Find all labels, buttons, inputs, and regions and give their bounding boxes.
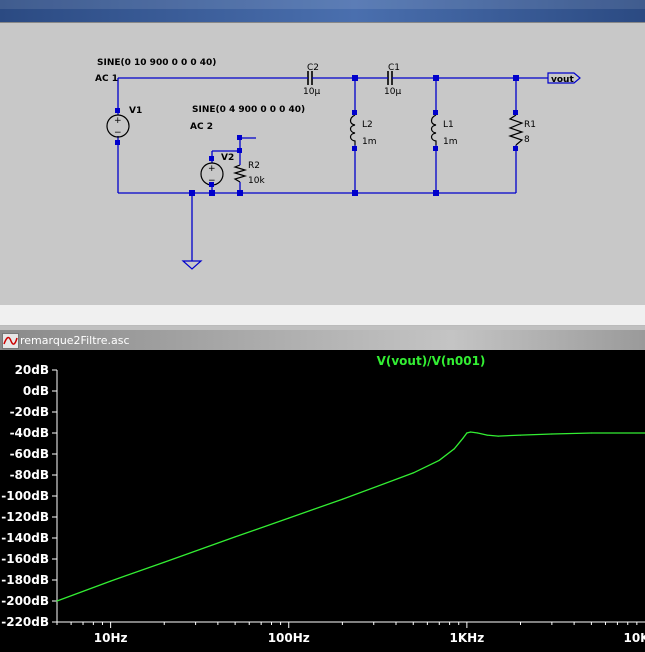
c1-value[interactable]: 10µ	[384, 87, 401, 97]
app-titlebar	[0, 0, 645, 22]
resistor-r1[interactable]	[508, 114, 524, 146]
waveform-window[interactable]: remarque2Filtre.asc 20dB 0dB -20dB -40dB -60…	[0, 326, 645, 652]
vout-label: vout	[551, 75, 574, 85]
y-tick-label: -60dB	[10, 447, 49, 461]
v1-ac-spec[interactable]: AC 1	[95, 74, 118, 84]
data-point	[341, 498, 343, 500]
data-point	[412, 472, 414, 474]
y-tick-label: 0dB	[23, 384, 49, 398]
data-point	[519, 434, 522, 436]
wires	[117, 77, 548, 261]
data-point	[438, 459, 440, 461]
data-point	[466, 432, 468, 434]
y-tick-label: -40dB	[10, 426, 49, 440]
data-point	[477, 432, 479, 434]
v1-plus-sign: +	[114, 116, 122, 126]
data-point	[462, 437, 464, 439]
r1-value[interactable]: 8	[524, 135, 530, 145]
capacitor-c2[interactable]	[305, 71, 315, 85]
resistor-r2[interactable]	[232, 164, 248, 183]
y-tick-label: -160dB	[1, 552, 49, 566]
c1-label[interactable]: C1	[388, 63, 400, 73]
voltage-source-v1[interactable]: + −	[106, 114, 130, 138]
c2-value[interactable]: 10µ	[303, 87, 320, 97]
mdi-separator	[0, 305, 645, 326]
trace-title: V(vout)/V(n001)	[377, 354, 486, 368]
y-tick-label: -220dB	[1, 615, 49, 629]
data-point	[288, 517, 290, 519]
capacitor-c1[interactable]	[385, 71, 395, 85]
v1-label[interactable]: V1	[129, 106, 142, 116]
schematic-editor[interactable]: + − + − vout SINE(0 10 900 0 0 0 40) AC …	[0, 22, 645, 306]
y-tick-label: -80dB	[10, 468, 49, 482]
data-point	[497, 435, 499, 437]
bode-plot[interactable]: 20dB 0dB -20dB -40dB -60dB -80dB -100dB -120dB -…	[0, 350, 645, 652]
l2-label[interactable]: L2	[362, 120, 373, 130]
x-tick-label: 100Hz	[268, 631, 310, 645]
waveform-window-title: remarque2Filtre.asc	[20, 334, 130, 347]
data-point	[110, 580, 112, 582]
v2-ac-spec[interactable]: AC 2	[190, 122, 213, 132]
l1-value[interactable]: 1m	[443, 137, 458, 147]
y-tick-label: -180dB	[1, 573, 49, 587]
x-tick-label: 1KHz	[450, 631, 485, 645]
plot-area[interactable]: 20dB 0dB -20dB -40dB -60dB -80dB -100dB -120dB -…	[0, 350, 645, 652]
data-point	[234, 536, 236, 538]
waveform-icon	[2, 333, 19, 349]
series-line-vout-over-n001	[56, 431, 645, 602]
l2-value[interactable]: 1m	[362, 137, 377, 147]
v1-sine-spec[interactable]: SINE(0 10 900 0 0 0 40)	[97, 58, 216, 68]
r2-value[interactable]: 10k	[248, 176, 265, 186]
inductor-l2[interactable]	[349, 114, 356, 145]
y-tick-label: -200dB	[1, 594, 49, 608]
v1-minus-sign: −	[114, 128, 122, 138]
schematic-canvas[interactable]: + − + − vout SINE(0 10 900 0 0 0 40) AC …	[0, 23, 645, 305]
data-point	[590, 432, 593, 434]
y-tick-label: -20dB	[10, 405, 49, 419]
data-point	[163, 561, 165, 563]
l1-label[interactable]: L1	[443, 120, 454, 130]
v2-label[interactable]: V2	[221, 153, 234, 163]
y-tick-label: -140dB	[1, 531, 49, 545]
r2-label[interactable]: R2	[248, 161, 260, 171]
v2-sine-spec[interactable]: SINE(0 4 900 0 0 0 40)	[192, 105, 305, 115]
y-tick-label: -120dB	[1, 510, 49, 524]
ground-icon[interactable]	[181, 260, 203, 270]
inductor-l1[interactable]	[430, 114, 437, 145]
x-tick-label: 10KHz	[623, 631, 645, 645]
data-point	[453, 448, 455, 450]
x-tick-label: 10Hz	[94, 631, 128, 645]
data-point	[470, 431, 472, 433]
y-tick-label: 20dB	[15, 363, 49, 377]
c2-label[interactable]: C2	[307, 63, 319, 73]
y-tick-label: -100dB	[1, 489, 49, 503]
data-point	[551, 433, 553, 435]
data-point	[486, 434, 488, 436]
r1-label[interactable]: R1	[524, 120, 536, 130]
data-point	[56, 600, 58, 602]
waveform-window-titlebar[interactable]: remarque2Filtre.asc	[0, 330, 645, 351]
v2-plus-sign: +	[208, 164, 216, 174]
